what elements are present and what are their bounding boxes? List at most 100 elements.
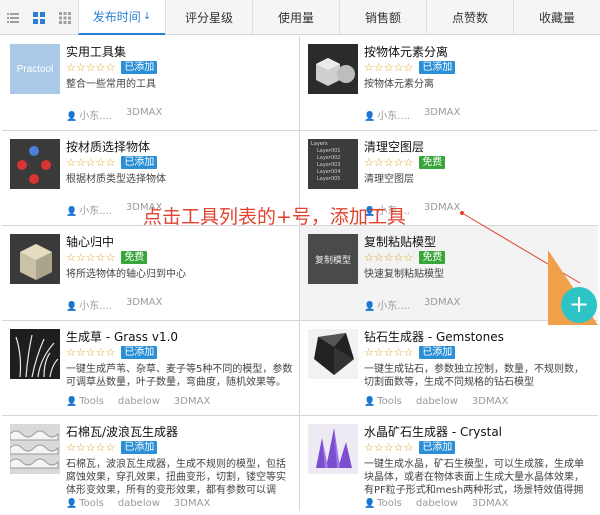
tool-description: 清理空图层 [364, 174, 414, 185]
rating-stars: ☆☆☆☆☆ 已添加 [66, 61, 158, 74]
tool-thumbnail [10, 329, 60, 379]
rating-stars: ☆☆☆☆☆ 已添加 [66, 346, 158, 359]
tool-meta: 小东.... 3DMAX [66, 297, 176, 312]
list-view-icon[interactable] [0, 0, 26, 35]
free-badge: 免费 [121, 251, 148, 264]
rating-stars: ☆☆☆☆☆ 已添加 [364, 61, 456, 74]
tool-description: 整合一些常用的工具 [66, 79, 156, 90]
tool-title[interactable]: 钻石生成器 - Gemstones [364, 328, 504, 345]
layer-row: Layer001 [317, 148, 341, 154]
free-badge: 免费 [419, 156, 446, 169]
tool-description: 按物体元素分离 [364, 79, 434, 90]
thumbnail-label: 复制模型 [314, 255, 351, 266]
platform-label: 3DMAX [125, 297, 163, 308]
tool-thumbnail: Layers Layer001 Layer002 Layer003 Layer0… [308, 139, 358, 189]
star-icons: ☆☆☆☆☆ [364, 346, 414, 359]
tool-title[interactable]: 按材质选择物体 [66, 138, 150, 155]
tab-usage[interactable]: 使用量 [252, 0, 339, 35]
platform-label: 3DMAX [423, 297, 461, 308]
tab-publish-time[interactable]: 发布时间 ↓ [78, 0, 165, 35]
layer-row: Layer002 [317, 155, 341, 161]
tool-thumbnail [308, 44, 358, 94]
author-name: Tools [364, 396, 402, 407]
tool-title[interactable]: 轴心归中 [66, 233, 114, 250]
tool-title[interactable]: 实用工具集 [66, 43, 126, 60]
rating-stars: ☆☆☆☆☆ 免费 [364, 156, 446, 169]
added-badge: 已添加 [419, 441, 456, 454]
tool-title[interactable]: 水晶矿石生成器 - Crystal [364, 423, 502, 440]
tool-row: Practool 实用工具集 ☆☆☆☆☆ 已添加 整合一些常用的工具 小东....… [2, 36, 598, 131]
star-icons: ☆☆☆☆☆ [66, 61, 116, 74]
tool-title[interactable]: 复制粘贴模型 [364, 233, 436, 250]
author-name: 小东.... [66, 202, 112, 217]
tool-title[interactable]: 按物体元素分离 [364, 43, 448, 60]
crystal-icon [316, 428, 352, 468]
tool-title[interactable]: 清理空图层 [364, 138, 424, 155]
tool-title[interactable]: 生成草 - Grass v1.0 [66, 328, 178, 345]
tab-label: 评分星级 [184, 11, 233, 25]
author-name: Tools [364, 498, 402, 509]
rating-stars: ☆☆☆☆☆ 已添加 [66, 156, 158, 169]
author-name: 小东.... [66, 297, 112, 312]
star-icons: ☆☆☆☆☆ [66, 441, 116, 454]
layer-row: Layer005 [317, 176, 341, 182]
grid-view-icon[interactable] [26, 0, 52, 35]
category-label: dabelow [415, 498, 458, 509]
tab-favorites[interactable]: 收藏量 [513, 0, 600, 35]
tool-meta: 小东.... 3DMAX [66, 107, 176, 122]
rating-stars: ☆☆☆☆☆ 免费 [66, 251, 148, 264]
author-name: 小东.... [364, 107, 410, 122]
tool-description: 一键生成水晶，矿石生模型，可以生成簇，生成单块晶体，或者在物体表面上生成大量水晶… [364, 459, 584, 496]
added-badge: 已添加 [121, 346, 158, 359]
grass-icon [15, 334, 59, 378]
tool-card[interactable]: 生成草 - Grass v1.0 ☆☆☆☆☆ 已添加 一键生成芦苇、杂草、麦子等5… [2, 321, 300, 415]
sort-down-arrow-icon: ↓ [142, 11, 152, 22]
tool-thumbnail [10, 139, 60, 189]
category-label: dabelow [117, 396, 160, 407]
rating-stars: ☆☆☆☆☆ 已添加 [364, 441, 456, 454]
tab-label: 销售额 [364, 11, 401, 25]
author-name: 小东.... [66, 107, 112, 122]
tool-card[interactable]: 钻石生成器 - Gemstones ☆☆☆☆☆ 已添加 一键生成钻石，参数独立控制… [300, 321, 598, 415]
tool-card[interactable]: 轴心归中 ☆☆☆☆☆ 免费 将所选物体的轴心归到中心 小东.... 3DMAX [2, 226, 300, 320]
rating-stars: ☆☆☆☆☆ 免费 [364, 251, 446, 264]
tool-description: 一键生成钻石，参数独立控制，数量，不规则数，切割面数等，生成不同规格的钻石模型 [364, 364, 584, 388]
star-icons: ☆☆☆☆☆ [364, 61, 414, 74]
tool-row: 石棉瓦/波浪瓦生成器 ☆☆☆☆☆ 已添加 石棉瓦，波浪瓦生成器，生成不规则的模型，… [2, 416, 598, 511]
add-tool-button[interactable]: + [561, 287, 597, 323]
added-badge: 已添加 [121, 61, 158, 74]
tool-thumbnail: 复制模型 [308, 234, 358, 284]
small-grid-view-icon[interactable] [52, 0, 78, 35]
tool-card[interactable]: 石棉瓦/波浪瓦生成器 ☆☆☆☆☆ 已添加 石棉瓦，波浪瓦生成器，生成不规则的模型，… [2, 416, 300, 511]
sort-toolbar: 发布时间 ↓ 评分星级 使用量 销售额 点赞数 收藏量 [0, 0, 600, 35]
pivot-cube-icon [20, 244, 52, 280]
cube-sphere-icon [316, 58, 355, 86]
tab-rating[interactable]: 评分星级 [165, 0, 252, 35]
platform-label: 3DMAX [471, 396, 509, 407]
star-icons: ☆☆☆☆☆ [66, 251, 116, 264]
tool-card[interactable]: Practool 实用工具集 ☆☆☆☆☆ 已添加 整合一些常用的工具 小东....… [2, 36, 300, 130]
tab-sales[interactable]: 销售额 [339, 0, 426, 35]
tool-meta: Tools dabelow 3DMAX [66, 396, 224, 407]
tool-card[interactable]: 按物体元素分离 ☆☆☆☆☆ 已添加 按物体元素分离 小东.... 3DMAX [300, 36, 598, 130]
tool-title[interactable]: 石棉瓦/波浪瓦生成器 [66, 423, 178, 440]
tool-row: 生成草 - Grass v1.0 ☆☆☆☆☆ 已添加 一键生成芦苇、杂草、麦子等5… [2, 321, 598, 416]
tool-meta: Tools dabelow 3DMAX [364, 396, 522, 407]
tool-card[interactable]: 水晶矿石生成器 - Crystal ☆☆☆☆☆ 已添加 一键生成水晶，矿石生模型，… [300, 416, 598, 511]
tab-likes[interactable]: 点赞数 [426, 0, 513, 35]
star-icons: ☆☆☆☆☆ [364, 251, 414, 264]
tool-meta: Tools dabelow 3DMAX [66, 498, 224, 509]
author-name: 小东.... [364, 297, 410, 312]
tool-description: 根据材质类型选择物体 [66, 174, 166, 185]
tool-thumbnail [10, 234, 60, 284]
free-badge: 免费 [419, 251, 446, 264]
platform-label: 3DMAX [471, 498, 509, 509]
tool-grid: Practool 实用工具集 ☆☆☆☆☆ 已添加 整合一些常用的工具 小东....… [2, 36, 598, 511]
tool-meta: 小东.... 3DMAX [364, 107, 474, 122]
tool-meta: Tools dabelow 3DMAX [364, 498, 522, 509]
added-badge: 已添加 [121, 156, 158, 169]
gemstone-icon [314, 333, 354, 375]
platform-label: 3DMAX [173, 396, 211, 407]
added-badge: 已添加 [419, 61, 456, 74]
tool-meta: 小东.... 3DMAX [364, 297, 474, 312]
